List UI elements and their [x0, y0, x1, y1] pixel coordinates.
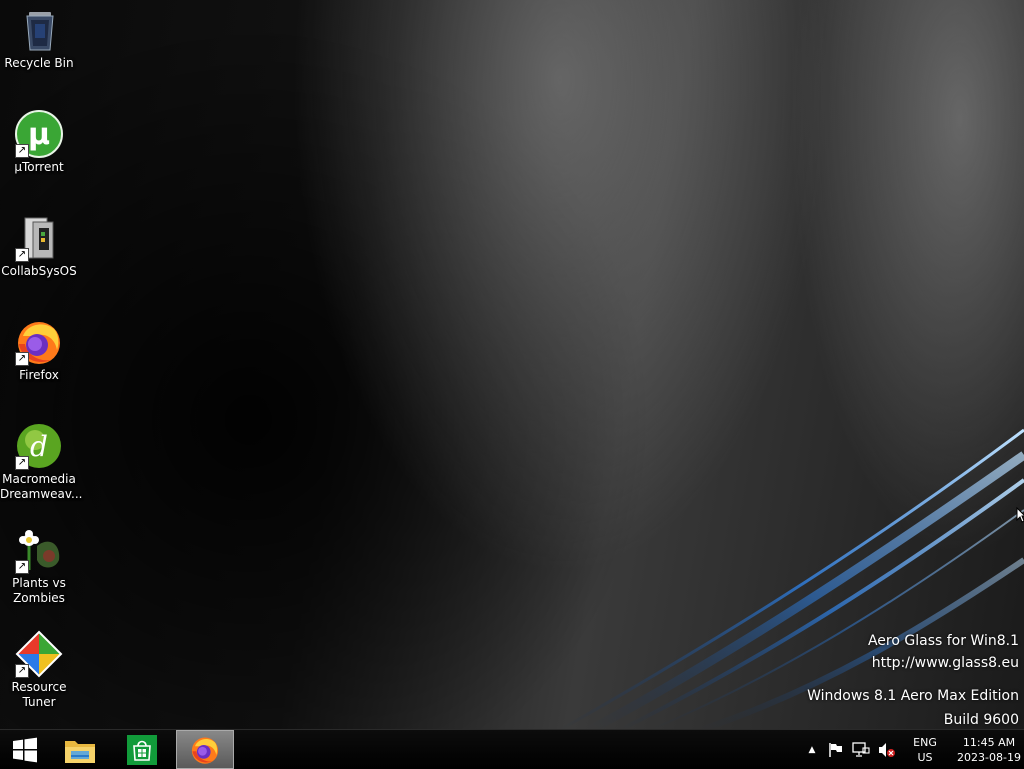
desktop-icon-recycle-bin[interactable]: Recycle Bin: [0, 0, 78, 71]
shortcut-arrow-icon: ↗: [15, 248, 29, 262]
clock-date: 2023-08-19: [957, 750, 1021, 764]
recycle-bin-icon: [15, 6, 63, 54]
recycle-bin-label: Recycle Bin: [4, 56, 74, 70]
wallpaper-swoosh: [559, 428, 1024, 730]
resource-tuner-label-line1: Resource: [11, 680, 67, 694]
utorrent-label: µTorrent: [14, 160, 64, 174]
watermark-line3: Windows 8.1 Aero Max Edition: [807, 688, 1019, 704]
firefox-icon: [191, 737, 219, 764]
shortcut-arrow-icon: ↗: [15, 456, 29, 470]
firefox-taskbar-button[interactable]: [176, 730, 234, 769]
clock-time: 11:45 AM: [962, 735, 1016, 749]
language-line2: US: [917, 750, 933, 764]
firefox-icon: ↗: [15, 318, 63, 366]
plants-vs-zombies-label-line1: Plants vs: [12, 576, 66, 590]
shortcut-arrow-icon: ↗: [15, 664, 29, 678]
firefox-label: Firefox: [19, 368, 59, 382]
watermark-line2: http://www.glass8.eu: [871, 655, 1019, 671]
collabsysos-label: CollabSysOS: [1, 264, 77, 278]
shortcut-arrow-icon: ↗: [15, 352, 29, 366]
folder-icon: [65, 740, 95, 763]
system-tray: ▲ ENG US 11:45 AM 2023-08-19: [804, 730, 1024, 769]
svg-text:µ: µ: [28, 117, 50, 152]
dreamweaver-icon: d ↗: [15, 422, 63, 470]
desktop-icon-utorrent[interactable]: µ ↗ µTorrent: [0, 104, 78, 175]
svg-text:d: d: [30, 430, 48, 463]
aero-glass-watermark: Aero Glass for Win8.1 http://www.glass8.…: [868, 630, 1019, 674]
resource-tuner-label-line2: Tuner: [22, 695, 56, 709]
windows-edition-watermark: Windows 8.1 Aero Max Edition Build 9600: [807, 684, 1019, 732]
desktop-icon-resource-tuner[interactable]: ↗ Resource Tuner: [0, 624, 78, 710]
windows-logo-icon: [13, 737, 37, 762]
mouse-cursor-icon: [1016, 507, 1024, 523]
shortcut-arrow-icon: ↗: [15, 144, 29, 158]
dreamweaver-label-line1: Macromedia: [2, 472, 76, 486]
desktop-icon-plants-vs-zombies[interactable]: ↗ Plants vs Zombies: [0, 520, 78, 606]
watermark-line1: Aero Glass for Win8.1: [867, 633, 1019, 649]
start-button[interactable]: [0, 730, 50, 769]
action-center-flag-icon[interactable]: [828, 742, 844, 758]
utorrent-icon: µ ↗: [15, 110, 63, 158]
taskbar: ▲ ENG US 11:45 AM 2023-08-19: [0, 729, 1024, 769]
plants-vs-zombies-icon: ↗: [15, 526, 63, 574]
clock[interactable]: 11:45 AM 2023-08-19: [950, 735, 1024, 765]
desktop-icon-firefox[interactable]: ↗ Firefox: [0, 312, 78, 383]
store-icon: [127, 734, 157, 765]
store-button[interactable]: [114, 730, 170, 769]
volume-muted-icon[interactable]: [878, 742, 896, 758]
language-indicator[interactable]: ENG US: [910, 735, 940, 765]
desktop-icon-dreamweaver[interactable]: d ↗ Macromedia Dreamweav...: [0, 416, 83, 502]
network-icon[interactable]: [852, 741, 870, 758]
language-line1: ENG: [913, 735, 937, 749]
dreamweaver-label-line2: Dreamweav...: [0, 487, 83, 501]
file-explorer-button[interactable]: [52, 730, 108, 769]
collabsysos-icon: ↗: [15, 214, 63, 262]
plants-vs-zombies-label-line2: Zombies: [13, 591, 65, 605]
shortcut-arrow-icon: ↗: [15, 560, 29, 574]
show-hidden-icons-chevron-icon[interactable]: ▲: [804, 745, 820, 755]
resource-tuner-icon: ↗: [15, 630, 63, 678]
desktop-icon-collabsysos[interactable]: ↗ CollabSysOS: [0, 208, 78, 279]
